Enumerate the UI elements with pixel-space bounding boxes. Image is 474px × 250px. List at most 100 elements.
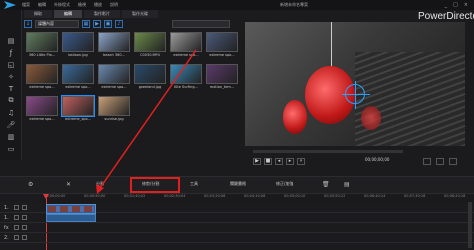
- timeline-track[interactable]: fx: [0, 223, 474, 233]
- stop-icon[interactable]: ■: [264, 158, 272, 165]
- delete-icon[interactable]: 🗑︎: [322, 181, 330, 188]
- media-item[interactable]: extreme spo...: [170, 32, 202, 57]
- mode-tabs: 擷取 編輯 製作影片 製作光碟: [24, 10, 158, 18]
- pip-room-icon[interactable]: ◱: [6, 60, 16, 69]
- library-search-input[interactable]: [172, 20, 230, 28]
- snapshot-icon[interactable]: [423, 158, 431, 165]
- media-item[interactable]: balloon.jpg: [62, 32, 94, 57]
- lock-icon[interactable]: [14, 215, 19, 220]
- preview-window[interactable]: [245, 22, 465, 146]
- app-logo-icon: [4, 1, 16, 9]
- keyframe-button[interactable]: 關鍵畫格: [230, 181, 246, 187]
- video-clip[interactable]: [46, 204, 96, 214]
- media-item[interactable]: extreme spo...: [98, 64, 130, 89]
- tab-edit[interactable]: 編輯: [54, 10, 82, 18]
- visibility-icon[interactable]: [22, 235, 27, 240]
- media-item[interactable]: beach 360...: [98, 32, 130, 57]
- tab-create-disc[interactable]: 製作光碟: [122, 10, 158, 18]
- preview-timecode: 00;00;00;00: [365, 157, 390, 162]
- media-thumbnail: [26, 64, 58, 84]
- media-type-select[interactable]: 媒體內容: [35, 20, 79, 28]
- lock-icon[interactable]: [14, 205, 19, 210]
- media-item[interactable]: C0030.MP4: [134, 32, 166, 57]
- lock-icon[interactable]: [14, 225, 19, 230]
- tab-capture[interactable]: 擷取: [24, 10, 52, 18]
- media-thumbnail: [62, 64, 94, 84]
- audio-mixing-icon[interactable]: ♫: [6, 108, 16, 117]
- voice-over-icon[interactable]: 🎤︎: [6, 120, 16, 129]
- menu-item[interactable]: 檔案: [22, 2, 30, 8]
- media-item[interactable]: sunrise.jpg: [98, 96, 130, 121]
- visibility-icon[interactable]: [22, 225, 27, 230]
- timeline-track[interactable]: 2.: [0, 233, 474, 243]
- maximize-button[interactable]: □: [453, 2, 458, 8]
- menu-item[interactable]: 說明: [110, 2, 118, 8]
- minimize-button[interactable]: _: [445, 2, 448, 8]
- chapter-room-icon[interactable]: ▥: [6, 132, 16, 141]
- import-media-icon[interactable]: ↓: [24, 20, 32, 28]
- move-handle-icon[interactable]: [342, 81, 370, 109]
- video-filter-icon[interactable]: ▶: [93, 20, 101, 28]
- menu-item[interactable]: 檢視: [78, 2, 86, 8]
- next-frame-icon[interactable]: ▸: [286, 158, 294, 165]
- effects-room-icon[interactable]: ƒ: [6, 48, 16, 57]
- lock-icon[interactable]: [14, 235, 19, 240]
- media-item[interactable]: extreme spo...: [26, 64, 58, 89]
- grid-view-icon[interactable]: ▦: [82, 20, 90, 28]
- media-thumbnail: [170, 32, 202, 52]
- cut-icon[interactable]: ✕: [66, 181, 71, 188]
- title-room-icon[interactable]: T: [6, 84, 16, 93]
- fast-forward-icon[interactable]: »: [297, 158, 305, 165]
- preview-scrubber[interactable]: [253, 150, 403, 153]
- window-title: 新增未命名專案: [280, 2, 308, 7]
- image-filter-icon[interactable]: ▣: [104, 20, 112, 28]
- audio-filter-icon[interactable]: ♪: [115, 20, 123, 28]
- fix-enhance-button[interactable]: 修正/加強: [276, 181, 293, 187]
- media-item[interactable]: 360 Little Pla...: [26, 32, 58, 57]
- visibility-icon[interactable]: [22, 215, 27, 220]
- media-item[interactable]: extreme spo...: [206, 32, 238, 57]
- menu-item[interactable]: 外掛程式: [54, 2, 70, 8]
- ruler-tick: 00;07;30;16: [404, 194, 426, 198]
- media-caption: extreme spo...: [65, 85, 91, 89]
- storyboard-icon[interactable]: ▤: [344, 181, 350, 188]
- menu-item[interactable]: 編輯: [38, 2, 46, 8]
- transition-room-icon[interactable]: ⧉: [6, 96, 16, 105]
- media-caption: C0030.MP4: [140, 53, 160, 57]
- track-controls: [14, 225, 27, 230]
- tab-produce[interactable]: 製作影片: [84, 10, 120, 18]
- volume-icon[interactable]: [436, 158, 444, 165]
- media-room-icon[interactable]: ▤: [6, 36, 16, 45]
- prev-frame-icon[interactable]: ◂: [275, 158, 283, 165]
- play-icon[interactable]: ▶: [253, 158, 261, 165]
- preview-controls: ▶ ■ ◂ ▸ » 00;00;00;00: [245, 148, 465, 172]
- close-button[interactable]: ×: [464, 2, 468, 8]
- media-thumbnail: [170, 64, 202, 84]
- media-item[interactable]: Kite Surfing...: [170, 64, 202, 89]
- timeline-scrollbar[interactable]: [468, 202, 472, 248]
- particle-room-icon[interactable]: ✧: [6, 72, 16, 81]
- track-label: 2.: [4, 235, 9, 241]
- subtitle-room-icon[interactable]: ▭: [6, 144, 16, 153]
- media-thumbnail: [98, 96, 130, 116]
- media-item[interactable]: motion_tem...: [206, 64, 238, 89]
- track-label: 1.: [4, 205, 9, 211]
- media-thumbnail: [26, 32, 58, 52]
- split-button[interactable]: 分割: [96, 181, 104, 187]
- settings-icon[interactable]: ⚙: [28, 181, 33, 188]
- media-thumbnail: [206, 64, 238, 84]
- menu-item[interactable]: 播放: [94, 2, 102, 8]
- media-thumbnail: [98, 64, 130, 84]
- media-item[interactable]: extreme spo...: [26, 96, 58, 121]
- audio-clip[interactable]: [46, 214, 96, 222]
- visibility-icon[interactable]: [22, 205, 27, 210]
- fullscreen-icon[interactable]: [449, 158, 457, 165]
- media-item[interactable]: extreme_spo...: [61, 95, 95, 121]
- media-caption: extreme spo...: [101, 85, 127, 89]
- media-thumbnail: [206, 32, 238, 52]
- tools-button[interactable]: 工具: [190, 181, 198, 187]
- timeline-ruler[interactable]: 00;00;00;00 00;00;50;00 00;01;40;02 00;02;3…: [44, 194, 474, 202]
- media-item[interactable]: extreme spo...: [62, 64, 94, 89]
- media-item[interactable]: gxeeland.jpg: [134, 64, 166, 89]
- media-caption: balloon.jpg: [68, 53, 88, 57]
